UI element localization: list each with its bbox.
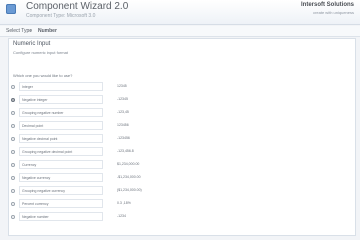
radio-button[interactable] [11,150,15,154]
option-sample: -12345 [117,97,128,101]
format-option[interactable]: Negative currency -$1,234,000.00 [11,172,161,184]
option-label: Negative currency [19,173,103,182]
format-option[interactable]: Grouping negative number -123,45 [11,107,161,119]
option-label: Percent currency [19,199,103,208]
option-label: Decimal point [19,121,103,130]
radio-button-selected[interactable] [11,98,15,102]
option-label: Negative integer [19,95,103,104]
breadcrumb-item-select-type[interactable]: Select Type [6,28,32,34]
option-label: Negative number [19,212,103,221]
format-option[interactable]: Grouping negative currency ($1,234,000.0… [11,185,161,197]
radio-button[interactable] [11,111,15,115]
radio-button[interactable] [11,85,15,89]
format-option[interactable]: Currency $1,234,000.00 [11,159,161,171]
format-option[interactable]: Negative decimal point -123456 [11,133,161,145]
option-label: Grouping negative number [19,108,103,117]
format-option[interactable]: Decimal point 123456 [11,120,161,132]
radio-button[interactable] [11,202,15,206]
option-sample: -$1,234,000.00 [117,175,141,179]
radio-button[interactable] [11,176,15,180]
radio-button[interactable] [11,163,15,167]
option-label: Negative decimal point [19,134,103,143]
breadcrumb-separator: › [30,28,32,34]
option-label: Integer [19,82,103,91]
option-sample: -123,45 [117,110,129,114]
panel-title: Numeric Input [13,41,51,47]
brand-name: Intersoft Solutions [301,2,354,8]
panel-subtitle: Configure numeric input format [13,50,68,55]
app-logo-icon [6,4,16,14]
format-question: Which one you would like to use? [13,73,73,78]
breadcrumb-item-number: Number [38,28,57,34]
radio-button[interactable] [11,137,15,141]
option-sample: 123456 [117,123,129,127]
radio-button[interactable] [11,189,15,193]
option-sample: 12345 [117,84,127,88]
breadcrumb: Select Type › Number [0,26,360,37]
radio-button[interactable] [11,124,15,128]
option-sample: $1,234,000.00 [117,162,140,166]
format-option[interactable]: Grouping negative decimal point -123,456… [11,146,161,158]
numeric-input-panel: Numeric Input Configure numeric input fo… [8,38,356,236]
radio-button[interactable] [11,215,15,219]
brand-tagline: create with uniqueness [313,10,354,15]
option-sample: ($1,234,000.00) [117,188,142,192]
format-option[interactable]: Percent currency 0.3 ,18% [11,198,161,210]
option-label: Grouping negative currency [19,186,103,195]
option-label: Grouping negative decimal point [19,147,103,156]
app-title: Component Wizard 2.0 [26,1,129,12]
format-option[interactable]: Integer 12345 [11,81,161,93]
format-option[interactable]: Negative integer -12345 [11,94,161,106]
option-sample: -123,456.8 [117,149,134,153]
app-subtitle: Component Type: Microsoft 3.0 [26,13,96,19]
window-header: Component Wizard 2.0 Component Type: Mic… [0,0,360,25]
option-sample: -123456 [117,136,130,140]
format-option[interactable]: Negative number -1234 [11,211,161,223]
option-sample: 0.3 ,18% [117,201,131,205]
option-sample: -1234 [117,214,126,218]
option-label: Currency [19,160,103,169]
